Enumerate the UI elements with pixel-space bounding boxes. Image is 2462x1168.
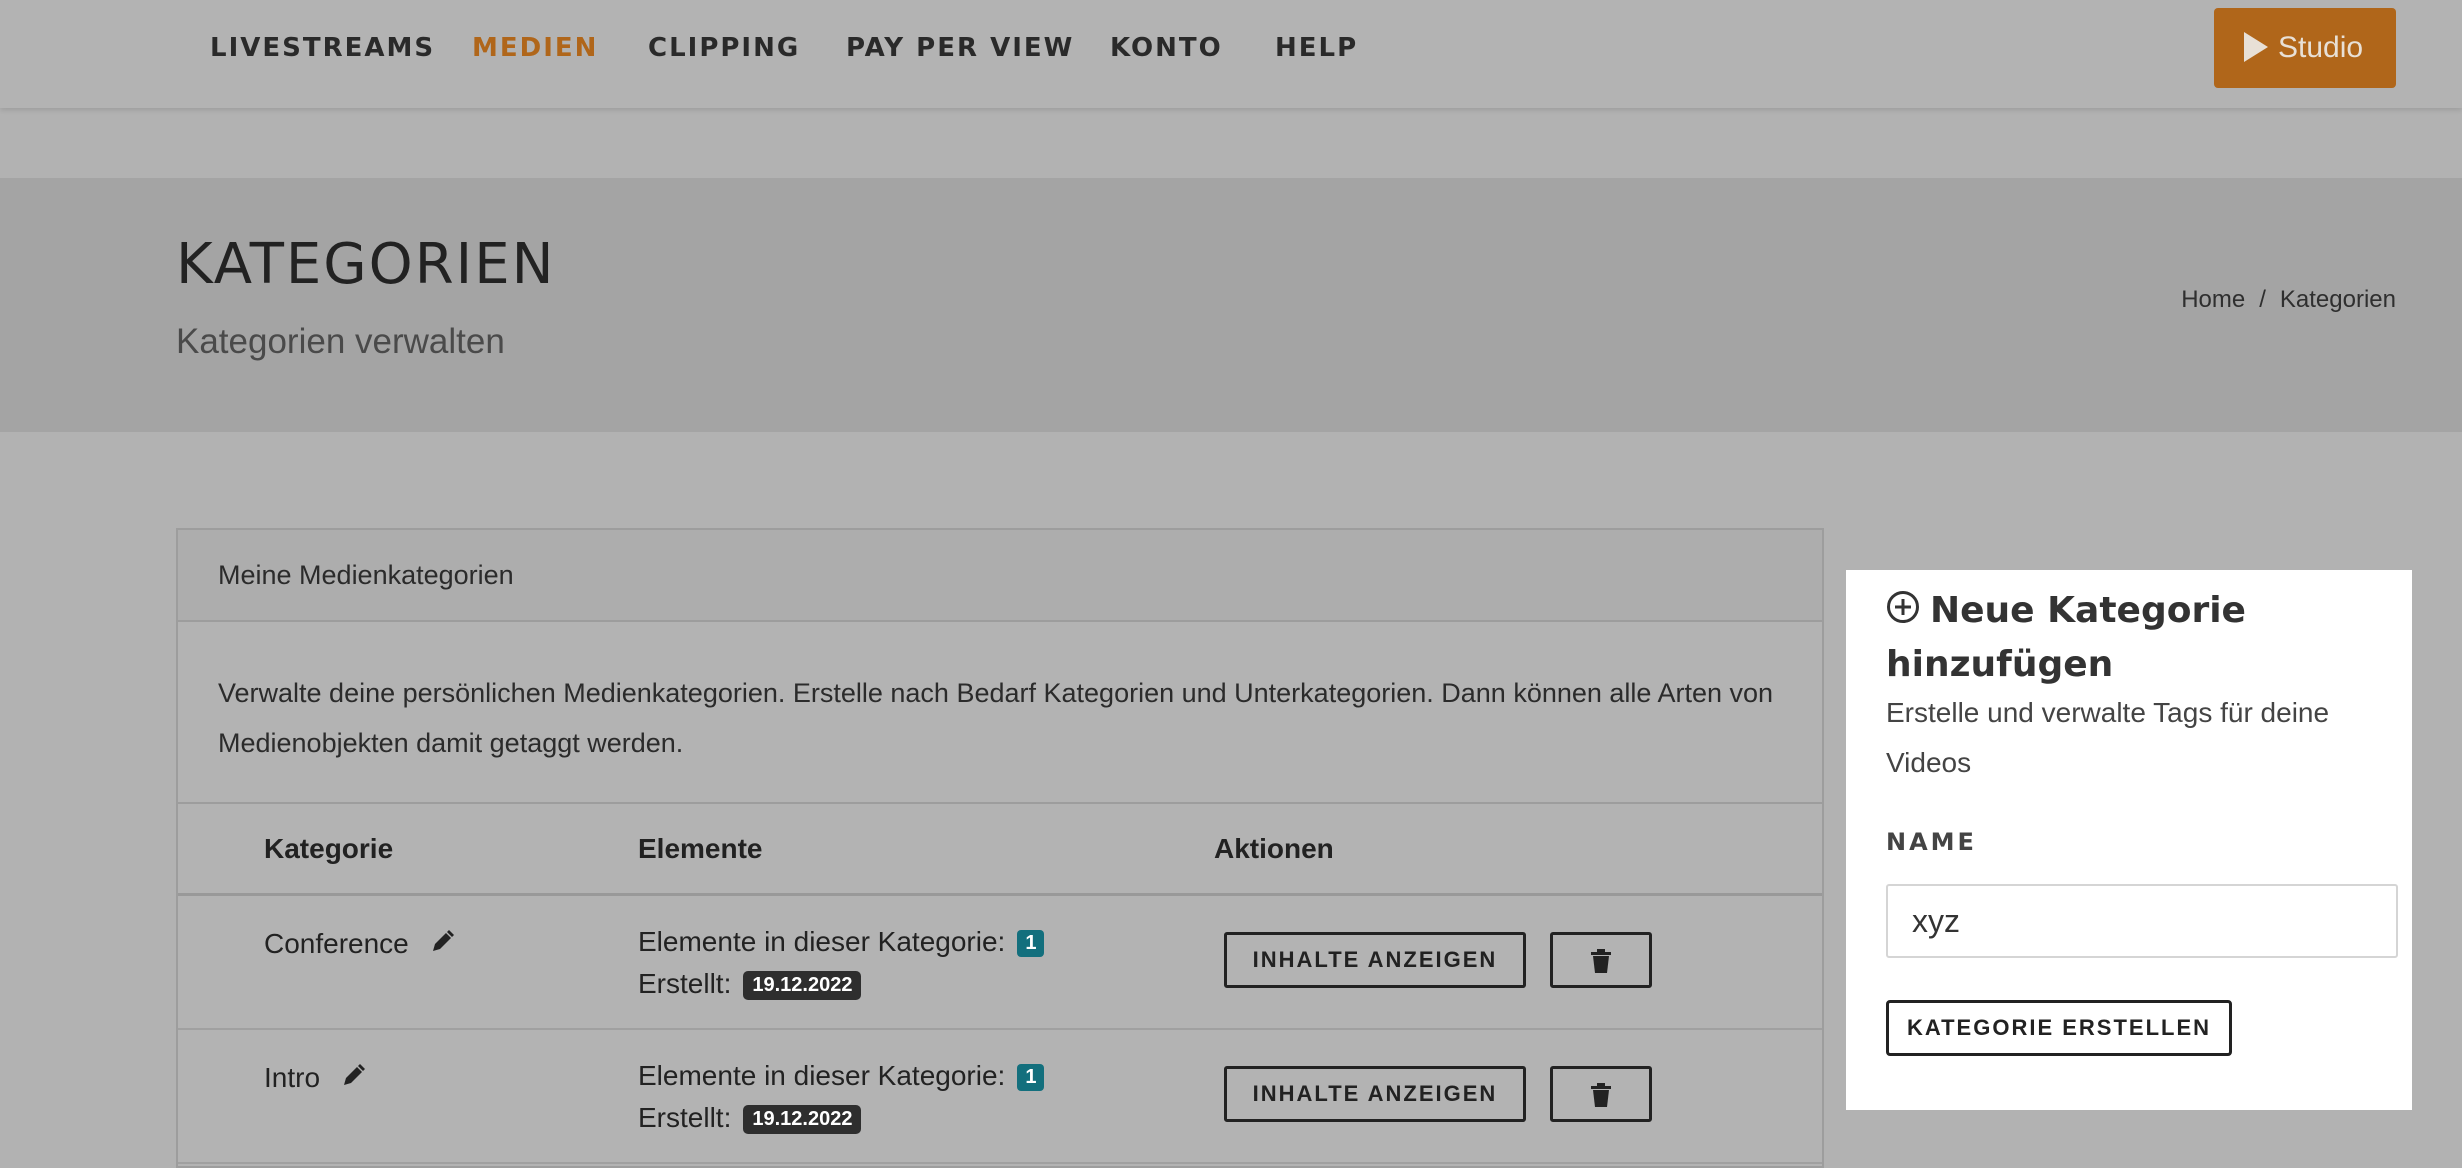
count-badge: 1 — [1017, 1064, 1045, 1091]
category-name-text: Intro — [264, 1062, 321, 1093]
page-title: KATEGORIEN — [176, 232, 556, 297]
page-header — [0, 178, 2462, 432]
nav-item-pay-per-view[interactable]: PAY PER VIEW — [846, 28, 1074, 68]
create-category-button[interactable]: KATEGORIE ERSTELLEN — [1886, 1000, 2232, 1056]
categories-panel: Meine Medienkategorien Verwalte deine pe… — [176, 528, 1824, 1168]
breadcrumb-current: Kategorien — [2279, 286, 2396, 313]
show-contents-button[interactable]: INHALTE ANZEIGEN — [1224, 932, 1526, 988]
new-category-card: Neue Kategorie hinzufügen Erstelle und v… — [1846, 570, 2412, 1110]
column-header-elemente: Elemente — [638, 833, 763, 864]
created-label: Erstellt: — [638, 1102, 732, 1133]
column-header-kategorie: Kategorie — [264, 833, 394, 864]
category-name-text: Conference — [264, 928, 409, 959]
nav-item-medien[interactable]: MEDIEN — [472, 28, 598, 68]
category-name-input[interactable] — [1886, 884, 2398, 958]
play-icon — [2244, 32, 2268, 62]
created-line: Erstellt: 19.12.2022 — [638, 1102, 862, 1134]
panel-header-title: Meine Medienkategorien — [218, 560, 514, 590]
trash-icon — [1591, 949, 1611, 973]
studio-button-label: Studio — [2278, 31, 2364, 64]
created-label: Erstellt: — [638, 968, 732, 999]
created-date-badge: 19.12.2022 — [743, 971, 862, 1000]
column-header-aktionen: Aktionen — [1214, 833, 1334, 864]
delete-button[interactable] — [1550, 932, 1652, 988]
new-category-title-text: Neue Kategorie hinzufügen — [1886, 590, 2246, 685]
pencil-edit-icon[interactable] — [340, 1063, 366, 1096]
nav-item-konto[interactable]: KONTO — [1110, 28, 1223, 68]
nav-item-clipping[interactable]: CLIPPING — [648, 28, 800, 68]
pencil-edit-icon[interactable] — [429, 929, 455, 962]
breadcrumb: Home / Kategorien — [2181, 286, 2396, 314]
new-category-description: Erstelle und verwalte Tags für deine Vid… — [1886, 697, 2330, 778]
created-line: Erstellt: 19.12.2022 — [638, 968, 862, 1000]
table-row: Conference Elemente in dieser Kategorie:… — [178, 896, 1822, 1030]
elements-count-line: Elemente in dieser Kategorie: 1 — [638, 1060, 1045, 1092]
delete-button[interactable] — [1550, 1066, 1652, 1122]
studio-button[interactable]: Studio — [2214, 8, 2396, 88]
table-row: Intro Elemente in dieser Kategorie: 1 Ers… — [178, 1030, 1822, 1164]
nav-item-help[interactable]: HELP — [1275, 28, 1358, 68]
category-name: Intro — [264, 1062, 366, 1096]
page-subtitle: Kategorien verwalten — [176, 322, 505, 361]
table-header: Kategorie Elemente Aktionen — [178, 804, 1822, 896]
panel-header: Meine Medienkategorien — [178, 530, 1822, 622]
created-date-badge: 19.12.2022 — [743, 1105, 862, 1134]
breadcrumb-home-link[interactable]: Home — [2181, 286, 2245, 313]
elements-label: Elemente in dieser Kategorie: — [638, 1060, 1006, 1091]
category-name: Conference — [264, 928, 455, 962]
elements-count-line: Elemente in dieser Kategorie: 1 — [638, 926, 1045, 958]
nav-item-livestreams[interactable]: LIVESTREAMS — [210, 28, 435, 68]
elements-label: Elemente in dieser Kategorie: — [638, 926, 1006, 957]
top-navigation: LIVESTREAMS MEDIEN CLIPPING PAY PER VIEW… — [0, 0, 2462, 108]
trash-icon — [1591, 1083, 1611, 1107]
count-badge: 1 — [1017, 930, 1045, 957]
new-category-title: Neue Kategorie hinzufügen — [1886, 584, 2386, 692]
name-field-label: NAME — [1886, 828, 1977, 856]
show-contents-button[interactable]: INHALTE ANZEIGEN — [1224, 1066, 1526, 1122]
breadcrumb-separator: / — [2259, 286, 2266, 313]
panel-description: Verwalte deine persönlichen Medienkatego… — [178, 622, 1822, 804]
